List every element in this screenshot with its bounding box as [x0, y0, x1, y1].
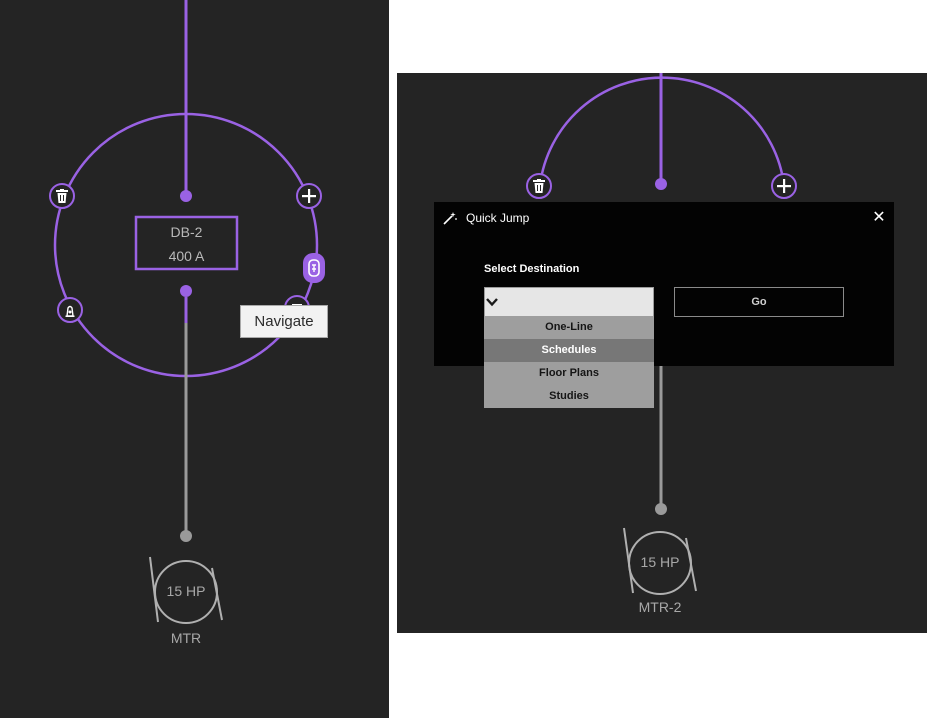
bottom-connection-dot: [180, 285, 192, 297]
select-destination-label: Select Destination: [484, 263, 580, 275]
top-connection-dot: [655, 178, 667, 190]
motor-connection-dot: [180, 530, 192, 542]
motor-rating: 15 HP: [640, 554, 680, 570]
plus-icon: [777, 179, 791, 193]
option-studies[interactable]: Studies: [484, 385, 654, 408]
left-diagram-lines: [53, 0, 319, 624]
delete-button[interactable]: [49, 183, 75, 209]
dialog-title: Quick Jump: [466, 211, 530, 225]
top-connection-dot: [180, 190, 192, 202]
node-rating: 400 A: [168, 248, 205, 264]
option-schedules[interactable]: Schedules: [484, 339, 654, 362]
motor-name: MTR-2: [638, 599, 682, 615]
left-canvas[interactable]: DB-2 400 A 15 HP MTR Navigate: [0, 0, 389, 718]
navigate-button[interactable]: [303, 253, 325, 283]
go-button[interactable]: Go: [674, 287, 844, 317]
navigate-icon: [308, 259, 320, 277]
plus-icon: [302, 189, 316, 203]
add-button[interactable]: [296, 183, 322, 209]
magic-wand-icon: [443, 212, 457, 225]
fire-extinguisher-icon: [65, 305, 75, 317]
close-icon[interactable]: ✕: [872, 207, 886, 227]
trash-icon: [56, 189, 68, 203]
add-button[interactable]: [771, 173, 797, 199]
destination-options-list: One-Line Schedules Floor Plans Studies: [484, 316, 654, 408]
chevron-down-icon: [486, 298, 498, 307]
motor-connection-dot: [655, 503, 667, 515]
destination-dropdown[interactable]: [484, 287, 654, 317]
protection-device-button[interactable]: [57, 297, 83, 323]
navigate-tooltip: Navigate: [240, 305, 328, 338]
trash-icon: [533, 179, 545, 193]
delete-button[interactable]: [526, 173, 552, 199]
motor-name: MTR: [170, 630, 202, 646]
node-name: DB-2: [170, 224, 203, 240]
motor-rating: 15 HP: [166, 583, 206, 599]
option-one-line[interactable]: One-Line: [484, 316, 654, 339]
option-floor-plans[interactable]: Floor Plans: [484, 362, 654, 385]
